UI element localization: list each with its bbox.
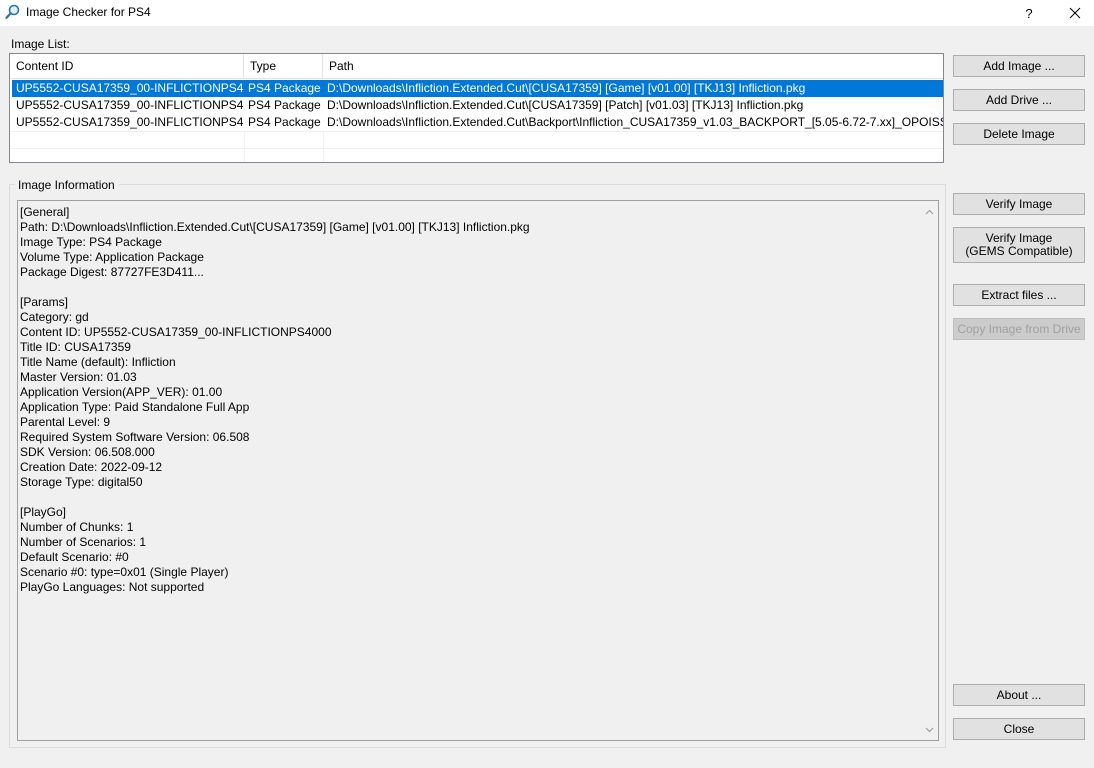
image-information-text: [General] Path: D:\Downloads\Infliction.E… (20, 205, 530, 595)
cell-type: PS4 Package (248, 115, 321, 129)
column-header-type[interactable]: Type (244, 54, 323, 78)
info-line (20, 280, 530, 295)
grid-line (10, 148, 943, 149)
info-line: [Params] (20, 295, 69, 309)
info-line: Volume Type: Application Package (20, 250, 204, 264)
info-line: Required System Software Version: 06.508 (20, 430, 250, 444)
cell-content-id: UP5552-CUSA17359_00-INFLICTIONPS4000 (16, 98, 244, 112)
info-line: Number of Chunks: 1 (20, 520, 134, 534)
chevron-up-icon (925, 209, 934, 214)
table-row[interactable]: UP5552-CUSA17359_00-INFLICTIONPS4000 PS4… (12, 80, 943, 97)
magnifier-app-icon (5, 4, 21, 20)
add-drive-button[interactable]: Add Drive ... (953, 89, 1085, 111)
cell-path: D:\Downloads\Infliction.Extended.Cut\[CU… (327, 98, 804, 112)
chevron-down-icon (925, 727, 934, 732)
image-list[interactable]: Content ID Type Path UP5552-CUSA17359_00… (9, 53, 944, 163)
info-line: Title Name (default): Infliction (20, 355, 176, 369)
table-row[interactable]: UP5552-CUSA17359_00-INFLICTIONPS4000 PS4… (12, 97, 943, 114)
cell-path: D:\Downloads\Infliction.Extended.Cut\Bac… (327, 115, 943, 129)
delete-image-button[interactable]: Delete Image (953, 123, 1085, 145)
grid-line (244, 131, 245, 162)
info-line: Application Version(APP_VER): 01.00 (20, 385, 223, 399)
image-list-label: Image List: (11, 37, 70, 51)
info-line: SDK Version: 06.508.000 (20, 445, 155, 459)
help-button[interactable]: ? (1006, 0, 1052, 26)
vertical-scrollbar[interactable] (921, 201, 938, 740)
extract-files-button[interactable]: Extract files ... (953, 284, 1085, 306)
close-button[interactable]: Close (953, 718, 1085, 740)
info-line: Application Type: Paid Standalone Full A… (20, 400, 250, 414)
info-line: Creation Date: 2022-09-12 (20, 460, 163, 474)
info-line: Package Digest: 87727FE3D411... (20, 265, 204, 279)
close-icon (1069, 7, 1081, 19)
about-button[interactable]: About ... (953, 684, 1085, 706)
info-line: Title ID: CUSA17359 (20, 340, 131, 354)
info-line: Scenario #0: type=0x01 (Single Player) (20, 565, 229, 579)
cell-path: D:\Downloads\Infliction.Extended.Cut\[CU… (327, 81, 806, 95)
table-row[interactable]: UP5552-CUSA17359_00-INFLICTIONPS4000 PS4… (12, 114, 943, 131)
info-line: [General] (20, 205, 70, 219)
cell-type: PS4 Package (248, 98, 321, 112)
info-line: Default Scenario: #0 (20, 550, 129, 564)
add-image-button[interactable]: Add Image ... (953, 55, 1085, 77)
info-line (20, 490, 530, 505)
title-bar: Image Checker for PS4 ? (0, 0, 1094, 26)
verify-gems-label-line2: (GEMS Compatible) (965, 244, 1073, 258)
info-line: PlayGo Languages: Not supported (20, 580, 205, 594)
image-information-label: Image Information (15, 178, 118, 192)
verify-image-button[interactable]: Verify Image (953, 193, 1085, 215)
info-line: Path: D:\Downloads\Infliction.Extended.C… (20, 220, 530, 234)
window-close-button[interactable] (1052, 0, 1094, 26)
scroll-up-button[interactable] (921, 203, 938, 220)
grid-line (10, 131, 943, 132)
info-line: Content ID: UP5552-CUSA17359_00-INFLICTI… (20, 325, 332, 339)
grid-line (323, 131, 324, 162)
image-information-textbox[interactable]: [General] Path: D:\Downloads\Infliction.E… (17, 200, 939, 741)
scroll-down-button[interactable] (921, 721, 938, 738)
cell-content-id: UP5552-CUSA17359_00-INFLICTIONPS4000 (16, 81, 244, 95)
info-line: Master Version: 01.03 (20, 370, 137, 384)
info-line: Image Type: PS4 Package (20, 235, 162, 249)
cell-type: PS4 Package (248, 81, 321, 95)
info-line: Storage Type: digital50 (20, 475, 143, 489)
info-line: Parental Level: 9 (20, 415, 111, 429)
info-line: Category: gd (20, 310, 89, 324)
info-line: [PlayGo] (20, 505, 67, 519)
column-header-content-id[interactable]: Content ID (10, 54, 244, 78)
window-title: Image Checker for PS4 (26, 5, 151, 19)
info-line: Number of Scenarios: 1 (20, 535, 147, 549)
cell-content-id: UP5552-CUSA17359_00-INFLICTIONPS4000 (16, 115, 244, 129)
copy-image-from-drive-button[interactable]: Copy Image from Drive (953, 318, 1085, 340)
image-list-header: Content ID Type Path (10, 54, 943, 79)
verify-image-gems-button[interactable]: Verify Image (GEMS Compatible) (953, 227, 1085, 263)
column-header-path[interactable]: Path (323, 54, 943, 78)
